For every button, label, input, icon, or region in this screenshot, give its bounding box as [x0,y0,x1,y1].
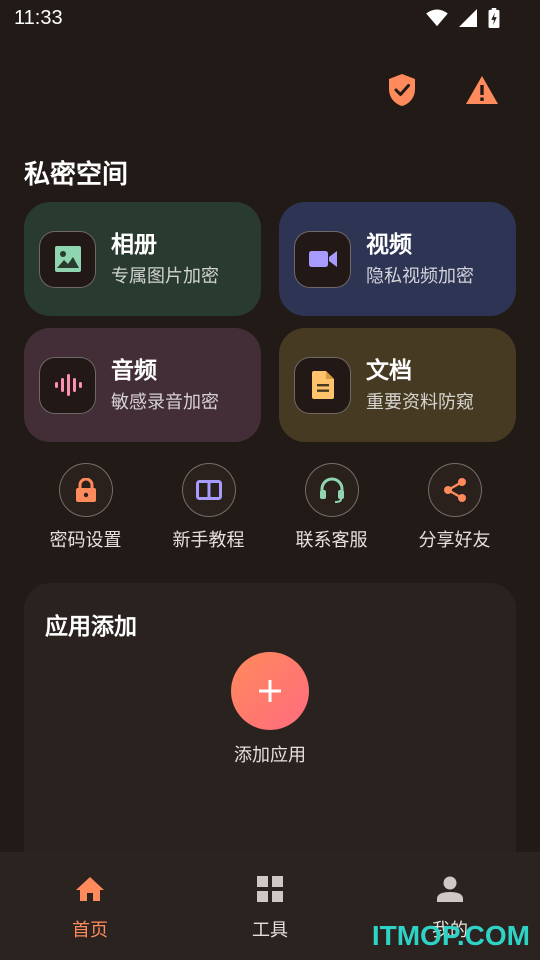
album-card[interactable]: 相册 专属图片加密 [24,202,261,316]
password-settings-button[interactable]: 密码设置 [31,463,141,552]
plus-icon [259,680,281,702]
home-icon [76,877,104,901]
app-add-panel: 应用添加 添加应用 [24,583,516,883]
video-card-subtitle: 隐私视频加密 [366,265,474,287]
watermark: ITMOP.COM [371,920,530,951]
album-card-icon-box [39,230,96,288]
customer-service-icon-circle [304,463,359,517]
tutorial-button[interactable]: 新手教程 [154,463,264,552]
customer-service-label: 联系客服 [295,530,368,551]
share-friends-icon-circle [427,463,482,517]
top-actions [384,70,500,110]
person-icon [437,876,463,902]
album-card-title: 相册 [111,231,157,258]
video-card[interactable]: 视频 隐私视频加密 [279,202,516,316]
nav-item-home[interactable]: 首页 [0,852,180,960]
quick-actions: 密码设置 新手教程 联系客服 分享好友 [24,463,516,552]
lock-icon [75,478,96,502]
audio-card-icon-box [39,356,96,414]
document-card-title: 文档 [366,357,412,384]
book-icon [195,480,222,500]
battery-charging-icon [488,8,500,28]
warning-icon [466,76,498,104]
customer-service-button[interactable]: 联系客服 [277,463,387,552]
grid-icon [257,876,283,902]
status-icons [426,8,500,28]
document-card-subtitle: 重要资料防窥 [366,391,474,413]
document-card[interactable]: 文档 重要资料防窥 [279,328,516,442]
video-card-icon-box [294,230,351,288]
status-time: 11:33 [14,6,63,29]
password-settings-icon-circle [58,463,113,517]
tutorial-icon-circle [181,463,236,517]
warning-button[interactable] [464,70,500,110]
document-card-icon-box [294,356,351,414]
video-card-title: 视频 [366,231,412,258]
document-icon [311,371,334,399]
audio-card-subtitle: 敏感录音加密 [111,391,219,413]
add-app-button[interactable] [231,652,309,730]
video-camera-icon [308,251,337,267]
share-friends-label: 分享好友 [418,530,491,551]
signal-icon [459,9,477,27]
wifi-icon [426,9,448,27]
album-card-subtitle: 专属图片加密 [111,265,219,287]
password-settings-label: 密码设置 [49,530,122,551]
nav-label-home: 首页 [72,920,108,941]
security-shield-button[interactable] [384,70,420,110]
share-friends-button[interactable]: 分享好友 [400,463,510,552]
headset-icon [319,477,344,503]
image-icon [54,246,81,272]
nav-item-tools[interactable]: 工具 [180,852,360,960]
tutorial-label: 新手教程 [172,530,245,551]
shield-check-icon [389,74,415,106]
status-bar: 11:33 [0,0,540,36]
audio-wave-icon [54,374,82,396]
app-add-title: 应用添加 [45,614,137,640]
audio-card[interactable]: 音频 敏感录音加密 [24,328,261,442]
audio-card-title: 音频 [111,357,157,384]
page-title: 私密空间 [24,160,129,190]
add-app-label: 添加应用 [234,745,306,766]
nav-label-tools: 工具 [252,920,288,941]
share-icon [443,478,466,502]
